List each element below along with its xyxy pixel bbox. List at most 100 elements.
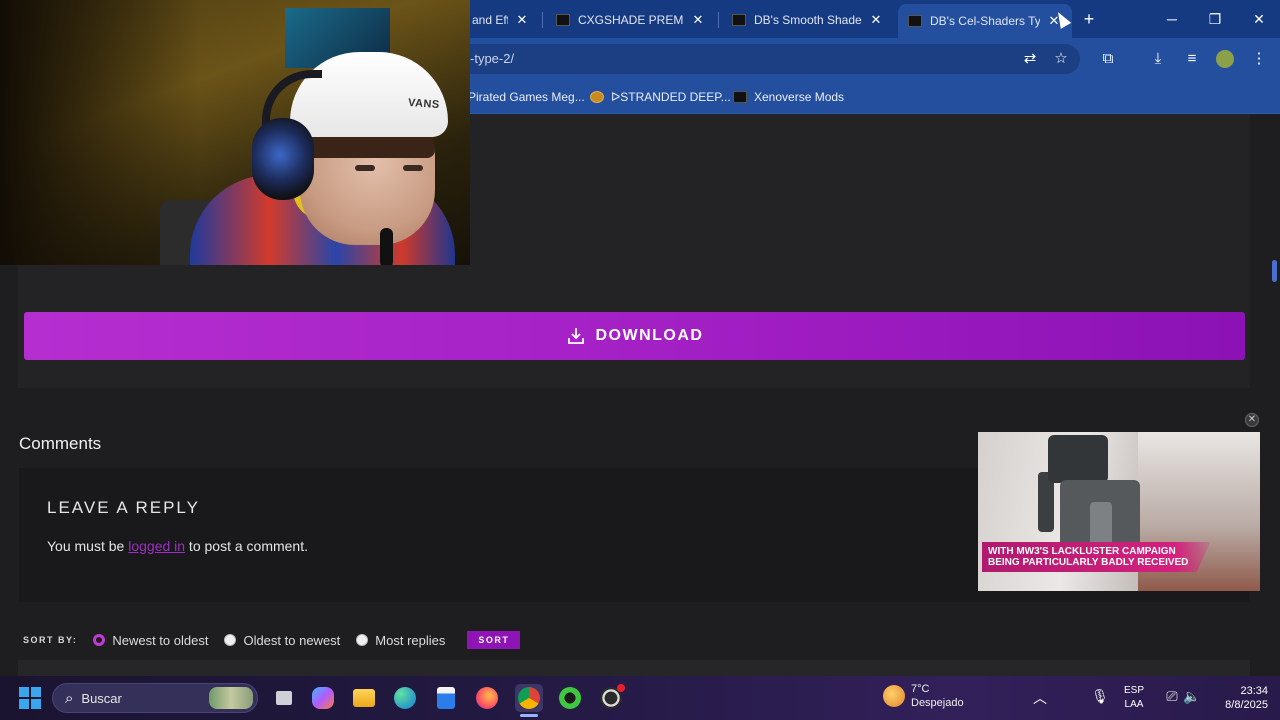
bookmark-stranded-deep[interactable]: ᐅSTRANDED DEEP... [590,87,731,107]
network-icon[interactable]: ⎚ [1162,688,1182,705]
translate-icon[interactable]: ⇄ [1018,47,1042,71]
weather-icon [883,685,905,707]
site-logo-icon [556,14,570,26]
comments-heading: Comments [19,434,102,453]
ad-figure [1048,435,1108,483]
tab-label: DB's Cel-Shaders Type [930,14,1040,28]
lang-top: ESP [1124,685,1145,696]
firefox-icon[interactable] [473,684,501,712]
volume-icon[interactable]: 🔈 [1182,688,1202,705]
notice-text-after: to post a comment. [185,538,308,554]
tab-separator [718,12,719,28]
avatar[interactable] [1213,47,1237,71]
bookmark-xenoverse-mods[interactable]: Xenoverse Mods [733,87,844,107]
close-window-button[interactable]: ✕ [1244,8,1274,30]
site-logo-icon [733,91,747,103]
taskbar: ⌕ Buscar 7°C Despejado ︿ 🎙 ESP LAA ⎚ 🔈 2… [0,676,1280,720]
video-ad[interactable]: WITH MW3'S LACKLUSTER CAMPAIGN BEING PAR… [978,432,1260,591]
webcam-person [355,165,375,171]
webcam-overlay: VANS [0,0,470,265]
new-tab-button[interactable]: + [1078,8,1100,30]
ad-close-button[interactable]: ✕ [1245,413,1259,427]
login-link[interactable]: logged in [128,538,185,554]
site-logo-icon [908,15,922,27]
tab-separator [542,12,543,28]
bookmark-label: Xenoverse Mods [754,90,845,104]
edge-icon[interactable] [391,684,419,712]
site-logo-icon [590,91,604,103]
tab-cel-shaders[interactable]: DB's Cel-Shaders Type ✕ [898,4,1072,38]
language-indicator[interactable]: ESP LAA [1124,684,1144,712]
radio-unchecked[interactable] [356,634,369,646]
weather-temp: 7°C [911,683,930,695]
sort-bar: SORT BY: Newest to oldest Oldest to newe… [23,630,521,650]
headphones [252,118,314,200]
obs-icon[interactable] [597,684,625,712]
sort-option-label: Oldest to newest [243,632,341,648]
close-icon[interactable]: ✕ [868,12,884,28]
ad-caption: WITH MW3'S LACKLUSTER CAMPAIGN BEING PAR… [982,542,1211,572]
chrome-icon[interactable] [515,684,543,712]
ad-caption-line: BEING PARTICULARLY BADLY RECEIVED [988,557,1189,568]
weather-desc: Despejado [911,697,964,709]
xbox-icon[interactable] [556,684,584,712]
sort-label: SORT BY: [23,635,78,645]
webcam-person [403,165,423,171]
taskbar-search[interactable]: ⌕ Buscar [52,683,258,713]
lang-bottom: LAA [1124,699,1144,710]
maximize-button[interactable]: ❐ [1200,8,1230,30]
login-notice: You must be logged in to post a comment. [47,538,308,554]
windows-start-icon[interactable] [19,687,41,709]
chevron-up-icon[interactable]: ︿ [1030,688,1050,708]
search-icon: ⌕ [65,689,74,707]
radio-checked[interactable] [93,634,106,646]
sort-option-label: Most replies [375,632,446,648]
store-icon[interactable] [432,684,460,712]
tab-smooth-shaders[interactable]: DB's Smooth Shaders ✕ [722,6,894,34]
scrollbar[interactable] [1272,260,1277,282]
sort-newest-option[interactable]: Newest to oldest [93,633,208,648]
clock-time: 23:34 [1240,685,1268,697]
reply-heading: LEAVE A REPLY [47,498,200,517]
sort-button[interactable]: SORT [467,631,521,649]
notice-text-before: You must be [47,538,129,554]
clock[interactable]: 23:34 8/8/2025 [1206,684,1268,712]
address-bar[interactable]: -type-2/ [440,44,1080,74]
task-view-icon[interactable] [270,684,298,712]
site-logo-icon [732,14,746,26]
search-label: Buscar [81,690,122,706]
copilot-icon[interactable] [309,684,337,712]
download-icon[interactable]: ⤓ [1146,47,1170,71]
weather-widget[interactable]: 7°C Despejado [883,682,964,710]
microphone [380,228,393,265]
weather-text: 7°C Despejado [911,682,964,710]
tab-effects[interactable]: and Effe ✕ [462,6,540,34]
bookmark-label: Pirated Games Meg... [468,90,585,104]
ad-caption-line: WITH MW3'S LACKLUSTER CAMPAIGN [988,546,1176,557]
bookmark-label: ᐅSTRANDED DEEP... [611,90,731,104]
media-icon[interactable]: ≡ [1180,47,1204,71]
download-label: DOWNLOAD [595,327,704,344]
bookmark-pirated-games[interactable]: Pirated Games Meg... [468,87,585,107]
extensions-icon[interactable]: ⧉ [1096,47,1120,71]
tab-cxgshade[interactable]: CXGSHADE PREMIUM ✕ [546,6,716,34]
minimize-button[interactable]: ─ [1157,8,1187,30]
comment-list [18,660,1250,676]
download-button[interactable]: DOWNLOAD [24,312,1245,360]
clock-date: 8/8/2025 [1225,699,1268,711]
search-highlight-image [209,687,253,709]
close-icon[interactable]: ✕ [514,12,530,28]
sort-oldest-option[interactable]: Oldest to newest [224,633,340,648]
tab-label: CXGSHADE PREMIUM [578,13,684,27]
radio-unchecked[interactable] [224,634,237,646]
sort-option-label: Newest to oldest [112,632,209,648]
tab-label: DB's Smooth Shaders [754,13,862,27]
menu-icon[interactable]: ⋮ [1247,47,1271,71]
bookmark-star-icon[interactable]: ☆ [1049,47,1073,71]
tab-label: and Effe [472,13,508,27]
close-icon[interactable]: ✕ [690,12,706,28]
file-explorer-icon[interactable] [350,684,378,712]
download-icon [567,328,584,344]
microphone-icon[interactable]: 🎙 [1090,688,1110,705]
sort-replies-option[interactable]: Most replies [356,633,445,648]
